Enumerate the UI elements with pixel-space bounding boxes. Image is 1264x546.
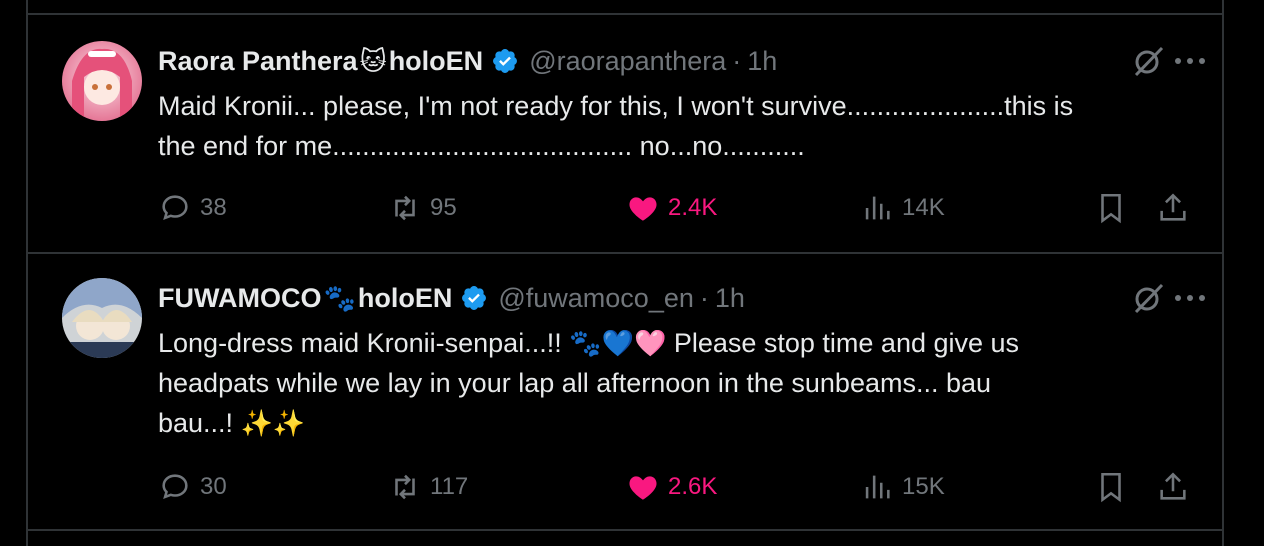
reply-icon xyxy=(162,474,188,499)
views-icon xyxy=(865,196,890,220)
like-button[interactable]: 2.4K xyxy=(626,188,717,228)
divider xyxy=(28,529,1222,531)
heart-icon xyxy=(629,197,657,221)
avatar[interactable] xyxy=(62,278,142,358)
separator: · xyxy=(699,282,709,313)
tweet-text-line: Maid Kronii... please, I'm not ready for… xyxy=(158,91,1074,121)
name-emoji: 🐱 xyxy=(359,45,387,76)
reply-button[interactable]: 38 xyxy=(158,188,227,228)
repost-button[interactable]: 117 xyxy=(388,467,468,507)
views-button[interactable]: 15K xyxy=(860,467,945,507)
name-emoji: 🐾 xyxy=(323,282,356,313)
view-count: 15K xyxy=(902,473,945,500)
tweet-text: Maid Kronii... please, I'm not ready for… xyxy=(158,86,1188,166)
view-count: 14K xyxy=(902,194,945,221)
separator: · xyxy=(732,45,742,76)
tweet-header: Raora Panthera 🐱 holoEN @raorapanthera ·… xyxy=(158,43,777,79)
tweet-raora[interactable]: Raora Panthera 🐱 holoEN @raorapanthera ·… xyxy=(28,15,1222,252)
reply-icon xyxy=(162,195,188,220)
display-name[interactable]: FUWAMOCO xyxy=(158,283,321,314)
verified-badge-icon xyxy=(491,47,519,75)
tweet-text-line: the end for me..........................… xyxy=(158,131,805,161)
reply-count: 38 xyxy=(200,194,227,221)
share-icon[interactable] xyxy=(1156,188,1190,228)
share-icon[interactable] xyxy=(1156,467,1190,507)
repost-count: 95 xyxy=(430,194,457,221)
tweet-text-line: bau...! ✨✨ xyxy=(158,403,1188,443)
more-options-icon[interactable] xyxy=(1170,45,1210,77)
bookmark-icon[interactable] xyxy=(1094,188,1128,228)
views-button[interactable]: 14K xyxy=(860,188,945,228)
grok-icon[interactable] xyxy=(1132,45,1164,77)
tweet-emoji: ✨✨ xyxy=(240,408,306,438)
heart-icon xyxy=(629,476,657,500)
grok-icon[interactable] xyxy=(1132,282,1164,314)
tweet-text-line: headpats while we lay in your lap all af… xyxy=(158,368,992,398)
like-button[interactable]: 2.6K xyxy=(626,467,717,507)
bookmark-icon[interactable] xyxy=(1094,467,1128,507)
tweet-actions: 30 117 2.6K 15K xyxy=(158,467,1192,507)
like-count: 2.6K xyxy=(668,473,718,500)
tweet-text: Long-dress maid Kronii-senpai...!! 🐾💙🩷 P… xyxy=(158,323,1188,443)
handle[interactable]: @fuwamoco_en xyxy=(498,283,694,314)
verified-badge-icon xyxy=(460,284,488,312)
tweet-text-line: Long-dress maid Kronii-senpai...!! 🐾💙🩷 P… xyxy=(158,323,1188,363)
avatar[interactable] xyxy=(62,41,142,121)
repost-icon xyxy=(395,195,415,221)
reply-count: 30 xyxy=(200,473,227,500)
timestamp[interactable]: 1h xyxy=(715,283,745,314)
like-count: 2.4K xyxy=(668,194,718,221)
tweet-text-part: Please stop time and give us xyxy=(666,328,1020,358)
timestamp[interactable]: 1h xyxy=(747,46,777,77)
tweet-header: FUWAMOCO 🐾 holoEN @fuwamoco_en · 1h xyxy=(158,280,745,316)
tweet-text-part: bau...! xyxy=(158,408,241,438)
reply-button[interactable]: 30 xyxy=(158,467,227,507)
tweet-fuwamoco[interactable]: FUWAMOCO 🐾 holoEN @fuwamoco_en · 1h Long… xyxy=(28,254,1222,529)
repost-count: 117 xyxy=(430,473,469,500)
display-name-suffix[interactable]: holoEN xyxy=(358,283,453,314)
tweet-text-part: Long-dress maid Kronii-senpai...!! xyxy=(158,328,570,358)
tweet-actions: 38 95 2.4K 14K xyxy=(158,188,1192,228)
tweet-emoji: 🐾💙🩷 xyxy=(569,328,667,358)
more-options-icon[interactable] xyxy=(1170,282,1210,314)
views-icon xyxy=(865,475,890,499)
handle[interactable]: @raorapanthera xyxy=(529,46,726,77)
display-name[interactable]: Raora Panthera xyxy=(158,46,358,77)
repost-icon xyxy=(395,474,415,500)
display-name-suffix[interactable]: holoEN xyxy=(389,46,484,77)
repost-button[interactable]: 95 xyxy=(388,188,457,228)
timeline-feed: Raora Panthera 🐱 holoEN @raorapanthera ·… xyxy=(26,0,1224,546)
